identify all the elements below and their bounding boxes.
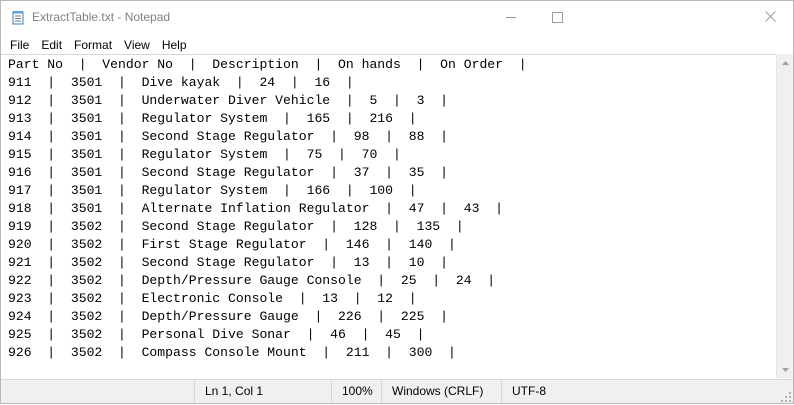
title-bar[interactable]: ExtractTable.txt - Notepad (1, 1, 793, 34)
text-line: 917 | 3501 | Regulator System | 166 | 10… (8, 183, 417, 198)
menu-view[interactable]: View (118, 34, 156, 54)
scroll-up-arrow-icon (781, 58, 789, 67)
text-line: 916 | 3501 | Second Stage Regulator | 37… (8, 165, 449, 180)
menu-format[interactable]: Format (68, 34, 118, 54)
editor-content[interactable]: Part No | Vendor No | Description | On h… (1, 55, 776, 362)
text-line: 922 | 3502 | Depth/Pressure Gauge Consol… (8, 273, 496, 288)
text-line: 923 | 3502 | Electronic Console | 13 | 1… (8, 291, 417, 306)
status-bar: Ln 1, Col 1 100% Windows (CRLF) UTF-8 (1, 379, 793, 403)
status-encoding: UTF-8 (501, 380, 591, 403)
status-zoom: 100% (331, 380, 381, 403)
text-line: 913 | 3501 | Regulator System | 165 | 21… (8, 111, 417, 126)
scroll-down-arrow-icon (781, 365, 789, 374)
text-line: 915 | 3501 | Regulator System | 75 | 70 … (8, 147, 401, 162)
menu-file[interactable]: File (1, 34, 35, 54)
text-editor[interactable]: Part No | Vendor No | Description | On h… (1, 54, 776, 379)
notepad-icon[interactable] (12, 10, 25, 25)
text-line: 918 | 3501 | Alternate Inflation Regulat… (8, 201, 504, 216)
menu-bar: File Edit Format View Help (1, 34, 793, 54)
close-button[interactable] (747, 1, 793, 34)
notepad-window: ExtractTable.txt - Notepad File Edit For… (0, 0, 794, 404)
menu-help[interactable]: Help (156, 34, 193, 54)
maximize-button[interactable] (534, 1, 580, 34)
text-line: 924 | 3502 | Depth/Pressure Gauge | 226 … (8, 309, 449, 324)
text-line: 926 | 3502 | Compass Console Mount | 211… (8, 345, 456, 360)
scroll-down-button[interactable] (777, 361, 793, 378)
text-line: 925 | 3502 | Personal Dive Sonar | 46 | … (8, 327, 425, 342)
menu-edit[interactable]: Edit (35, 34, 68, 54)
text-line: 914 | 3501 | Second Stage Regulator | 98… (8, 129, 449, 144)
status-cursor-position: Ln 1, Col 1 (194, 380, 331, 403)
resize-grip-icon[interactable] (781, 391, 791, 402)
status-line-ending: Windows (CRLF) (381, 380, 501, 403)
text-line: 921 | 3502 | Second Stage Regulator | 13… (8, 255, 449, 270)
window-title: ExtractTable.txt - Notepad (32, 10, 171, 24)
vertical-scrollbar[interactable] (776, 54, 793, 378)
minimize-button[interactable] (488, 1, 534, 34)
text-line: 920 | 3502 | First Stage Regulator | 146… (8, 237, 456, 252)
close-icon (764, 9, 776, 27)
maximize-icon (551, 12, 563, 23)
text-line: 912 | 3501 | Underwater Diver Vehicle | … (8, 93, 449, 108)
text-line: Part No | Vendor No | Description | On h… (8, 57, 527, 72)
minimize-icon (506, 17, 516, 18)
scroll-up-button[interactable] (777, 54, 793, 71)
text-line: 919 | 3502 | Second Stage Regulator | 12… (8, 219, 464, 234)
text-line: 911 | 3501 | Dive kayak | 24 | 16 | (8, 75, 354, 90)
